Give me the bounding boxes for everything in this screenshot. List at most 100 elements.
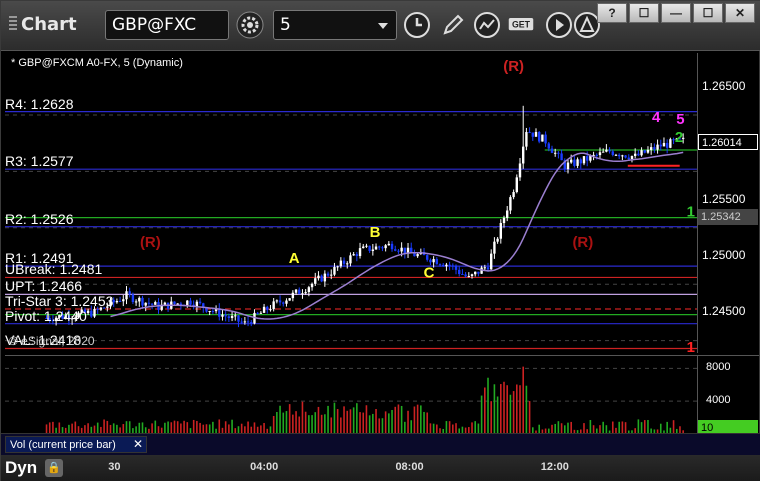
candle-body	[579, 159, 582, 164]
candle-body	[304, 292, 307, 294]
candle-body	[358, 248, 362, 256]
candle-body	[662, 142, 666, 147]
candle-body	[333, 266, 336, 275]
candle-body	[576, 159, 579, 166]
lock-icon[interactable]: 🔒	[45, 459, 63, 477]
annotation-7: 5	[676, 111, 684, 128]
volume-study-tab[interactable]: Vol (current price bar) ✕	[5, 436, 147, 453]
annotation-5: C	[424, 264, 435, 281]
candle-body	[230, 315, 234, 318]
candle-body	[138, 297, 141, 302]
annotation-2: (R)	[572, 234, 593, 251]
candle-body	[525, 132, 528, 147]
volume-tick-1: 4000	[706, 394, 731, 407]
candle-body	[294, 289, 298, 293]
symbol-value: GBP@FXC	[112, 15, 197, 35]
candle-body	[349, 255, 352, 264]
link-button[interactable]: ☐	[629, 3, 659, 23]
candle-body	[250, 322, 253, 324]
candle-body	[522, 146, 525, 164]
candle-body	[310, 283, 314, 288]
candle-body	[397, 250, 400, 252]
candle-body	[442, 264, 445, 267]
candle-body	[118, 301, 122, 303]
price-tick-0: 1.26500	[702, 78, 746, 93]
minimize-button[interactable]: —	[661, 3, 691, 23]
candle-body	[643, 150, 646, 153]
candle-body	[346, 263, 349, 265]
candle-body	[256, 312, 259, 314]
candle-body	[134, 301, 138, 303]
candle-body	[515, 177, 519, 193]
candle-body	[627, 157, 630, 160]
play-icon[interactable]	[545, 11, 573, 39]
pivot-label-0: R4: 1.2628	[5, 95, 74, 112]
candle-body	[278, 300, 282, 303]
volume-tick-0: 8000	[706, 361, 731, 374]
candle-body	[477, 271, 480, 274]
candle-body	[368, 245, 371, 251]
candle-body	[547, 143, 550, 149]
study-icon[interactable]	[473, 11, 501, 39]
get-data-icon[interactable]: GET	[507, 11, 539, 39]
candle-body	[307, 287, 311, 293]
candle-body	[429, 259, 432, 263]
pivot-label-2: R2: 1.2526	[5, 210, 74, 227]
candle-body	[506, 210, 509, 218]
candle-body	[614, 154, 618, 156]
last-price-badge: 1.26014	[698, 133, 758, 150]
candle-body	[390, 243, 394, 250]
price-axis[interactable]: 1.265001.260001.255001.250001.24500 1.26…	[697, 53, 759, 353]
candle-body	[90, 310, 93, 317]
candle-body	[653, 147, 656, 150]
interval-select[interactable]: 5	[273, 10, 397, 40]
candle-body	[131, 294, 135, 303]
time-axis[interactable]: Dyn 🔒 30 04:00 08:00 12:00	[1, 455, 760, 481]
close-button[interactable]: ✕	[725, 3, 755, 23]
candle-body	[467, 276, 471, 278]
volume-pane[interactable]	[5, 355, 697, 434]
candle-body	[285, 300, 288, 304]
candle-body	[448, 264, 451, 266]
dynamic-label[interactable]: Dyn	[5, 458, 37, 478]
candle-body	[115, 301, 119, 303]
candle-body	[496, 238, 499, 242]
candle-body	[371, 249, 375, 251]
candle-body	[617, 154, 621, 157]
candle-body	[646, 149, 650, 153]
candle-body	[266, 306, 269, 310]
candle-body	[384, 245, 387, 249]
candle-body	[330, 274, 333, 276]
candle-body	[605, 149, 608, 152]
price-pane[interactable]: (R) (R) (R) A B C 4 5 2 1 1 * GBP@FXCM A0-FX, 5 (D…	[5, 53, 697, 353]
candle-body	[314, 278, 317, 284]
candle-body	[624, 155, 627, 158]
candle-body	[534, 132, 538, 137]
time-tick-2: 08:00	[395, 461, 424, 473]
settings-gear-icon[interactable]	[236, 11, 264, 39]
grip-icon[interactable]	[9, 16, 17, 32]
candle-body	[413, 253, 416, 257]
symbol-input[interactable]: GBP@FXC	[105, 10, 229, 40]
ma-price-badge: 1.25342	[698, 209, 758, 226]
candle-body	[317, 275, 320, 279]
candle-body	[378, 246, 381, 248]
pivot-label-7: Pivot: 1.2440	[5, 307, 87, 324]
pivot-label-6: Tri-Star 3: 1.2453	[5, 293, 114, 309]
maximize-button[interactable]: ☐	[693, 3, 723, 23]
candle-body	[509, 197, 512, 211]
candle-body	[445, 264, 448, 267]
candle-body	[189, 300, 192, 305]
candle-body	[259, 312, 263, 314]
candle-body	[451, 265, 455, 267]
help-button[interactable]: ?	[597, 3, 627, 23]
toolbar: Chart GBP@FXC 5 GET ? ☐ — ☐ ✕	[1, 1, 760, 51]
candle-body	[649, 147, 653, 150]
time-tick-3: 12:00	[540, 461, 569, 473]
candle-body	[365, 245, 368, 247]
clock-icon[interactable]	[403, 11, 431, 39]
close-icon[interactable]: ✕	[133, 437, 143, 451]
pencil-draw-icon[interactable]	[439, 11, 467, 39]
candle-body	[208, 311, 211, 313]
candle-body	[659, 144, 662, 147]
